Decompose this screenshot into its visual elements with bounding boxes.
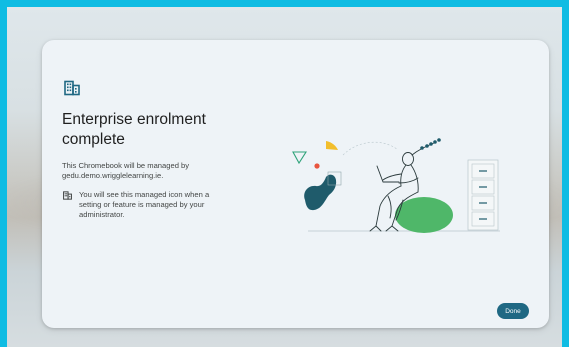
building-icon [64, 80, 80, 96]
description-line-1: This Chromebook will be managed by [62, 161, 190, 170]
description-line-2: gedu.demo.wrigglelearning.ie. [62, 171, 164, 180]
teal-blob [304, 174, 337, 211]
notice-line-3: administrator. [79, 210, 125, 219]
yellow-shape [326, 141, 338, 150]
green-beanbag [395, 197, 453, 233]
ponytail-beads [420, 138, 441, 150]
notice-line-1: You will see this managed icon when a [79, 190, 210, 199]
managed-notice: You will see this managed icon when a se… [79, 190, 231, 220]
dashed-arc [342, 141, 399, 156]
dialog-description: This Chromebook will be managed by gedu.… [62, 161, 242, 181]
done-button[interactable]: Done [497, 303, 529, 319]
title-line-2: complete [62, 131, 125, 148]
red-dot [314, 163, 320, 169]
managed-building-icon [63, 191, 72, 200]
dialog-title: Enterprise enrolment complete [62, 110, 252, 150]
drawer-cabinet [467, 159, 499, 231]
triangle-shape [292, 151, 308, 165]
title-line-1: Enterprise enrolment [62, 111, 206, 128]
screen-border: Enterprise enrolment complete This Chrom… [0, 0, 569, 347]
enrolment-illustration [292, 138, 500, 233]
notice-line-2: setting or feature is managed by your [79, 200, 205, 209]
